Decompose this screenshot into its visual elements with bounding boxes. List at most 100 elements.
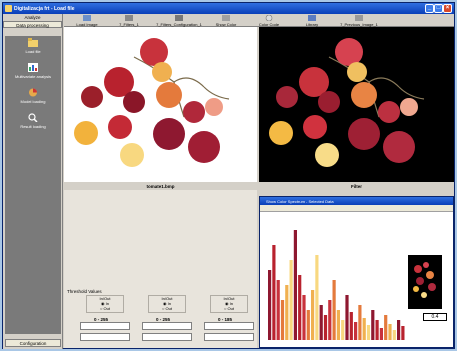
histogram-bar: [276, 280, 280, 340]
color-spectrum-window: Show Color Spectrum - Selected Data 0.4: [259, 196, 454, 348]
filtered-image-caption: Filter: [350, 184, 362, 189]
sidebar-item-result-loading[interactable]: Result loading: [5, 111, 61, 133]
spectrum-thumbnail: [407, 254, 443, 310]
toolbar: Load Image 7_Filters_1 7_Filters_Configu…: [64, 14, 454, 32]
threshold-values-label: Threshold Values: [67, 289, 102, 294]
threshold-slider-1-min[interactable]: [80, 322, 130, 330]
tomatoes-filtered-image: [269, 38, 425, 167]
histogram-bar: [358, 305, 362, 340]
histogram-bar: [289, 260, 293, 340]
histogram-bar: [323, 315, 328, 340]
app-window: Digitalizacja frt - Load file _ □ × Anal…: [2, 2, 455, 349]
magnifier-icon: [28, 113, 38, 123]
histogram-bar: [272, 245, 276, 340]
threshold-group-3: In/Out ◉ In ○ Out: [210, 295, 248, 313]
histogram-bar: [306, 310, 310, 340]
histogram-bar: [397, 320, 401, 340]
radio-out[interactable]: ○ Out: [211, 306, 247, 311]
sidebar-item-label: Multivariate analysis: [14, 74, 51, 79]
filter-config-icon: [175, 15, 183, 21]
threshold-panel: Threshold Values In/Out ◉ In ○ Out In/Ou…: [64, 190, 257, 348]
sidebar-item-label: Model loading: [20, 99, 46, 104]
library-icon: [308, 15, 316, 21]
histogram-bar: [336, 310, 340, 340]
chart-icon: [28, 63, 38, 72]
sidebar-item-label: Result loading: [20, 124, 46, 129]
histogram-bar: [268, 270, 272, 340]
threshold-slider-3-min[interactable]: [204, 322, 254, 330]
histogram-bar: [315, 255, 319, 340]
filter-icon: [125, 15, 133, 21]
original-image-panel: [64, 27, 257, 182]
histogram-bar: [388, 324, 392, 340]
sidebar-analyze-header[interactable]: Analyze: [3, 14, 62, 21]
tomatoes-original-image: [74, 38, 230, 167]
threshold-group-2: In/Out ◉ In ○ Out: [148, 295, 186, 313]
show-color-spectrum-button[interactable]: Show Color Spectrum: [207, 14, 245, 32]
window-title: Digitalizacja frt - Load file: [14, 6, 75, 12]
sidebar: Analyze Data processing Load file Multiv…: [3, 14, 63, 349]
sidebar-item-multivariate-analysis[interactable]: Multivariate analysis: [5, 61, 61, 83]
radio-out[interactable]: ○ Out: [87, 306, 123, 311]
histogram-bar: [332, 280, 336, 340]
library-button[interactable]: Library: [297, 14, 327, 27]
histogram-bar: [384, 315, 388, 340]
sidebar-item-model-loading[interactable]: Model loading: [5, 86, 61, 108]
histogram-bar: [362, 318, 366, 340]
histogram-bar: [354, 322, 358, 340]
load-image-button[interactable]: Load Image: [72, 14, 102, 27]
title-bar: Digitalizacja frt - Load file _ □ ×: [3, 3, 454, 14]
close-button[interactable]: ×: [443, 4, 452, 13]
histogram-bar: [379, 328, 383, 340]
original-image-caption: tomate1.bmp: [146, 184, 175, 189]
sidebar-data-processing-header[interactable]: Data processing: [3, 21, 62, 28]
histogram-bar: [328, 300, 332, 340]
histogram-bar: [349, 312, 353, 340]
histogram-bar: [280, 300, 285, 340]
sidebar-configuration-button[interactable]: Configuration: [5, 339, 61, 347]
radio-out-label: Out: [227, 306, 234, 311]
color-code-button[interactable]: Color Code: [254, 14, 284, 27]
radio-out[interactable]: ○ Out: [149, 306, 185, 311]
image-icon: [83, 15, 91, 21]
spectrum-icon: [222, 15, 230, 21]
previous-image-button[interactable]: 7_Previous_Image_1: [334, 14, 384, 27]
spectrum-value-field[interactable]: 0.4: [423, 313, 447, 321]
histogram-bar: [375, 320, 379, 340]
histogram-bar: [341, 320, 345, 340]
histogram-bar: [311, 290, 315, 340]
threshold-slider-1-max[interactable]: [80, 333, 130, 341]
histogram-bar: [401, 326, 405, 340]
pie-chart-icon: [29, 88, 37, 97]
histogram-bar: [293, 230, 297, 340]
histogram-bar: [298, 275, 302, 340]
previous-image-icon: [355, 15, 363, 21]
filters-button[interactable]: 7_Filters_1: [114, 14, 144, 27]
sidebar-panel: Load file Multivariate analysis Model lo…: [5, 36, 61, 334]
histogram-bar: [319, 305, 323, 340]
sidebar-item-label: Load file: [25, 49, 41, 54]
radio-out-label: Out: [103, 306, 110, 311]
app-icon: [5, 5, 12, 12]
histogram-bar: [392, 330, 396, 340]
radio-out-label: Out: [165, 306, 172, 311]
spectrum-histogram: [268, 230, 405, 340]
filtered-image-panel: [259, 27, 454, 182]
histogram-bar: [302, 295, 306, 340]
histogram-bar: [366, 325, 371, 340]
color-code-icon: [265, 14, 273, 22]
histogram-bar: [345, 295, 349, 340]
sidebar-item-load-file[interactable]: Load file: [5, 36, 61, 58]
threshold-slider-3-max[interactable]: [204, 333, 254, 341]
maximize-button[interactable]: □: [434, 4, 443, 13]
spectrum-toolbar: [260, 205, 453, 212]
histogram-bar: [371, 310, 375, 340]
minimize-button[interactable]: _: [425, 4, 434, 13]
histogram-bar: [285, 285, 289, 340]
threshold-slider-2-max[interactable]: [142, 333, 192, 341]
spectrum-thumbnail-image: [413, 262, 436, 298]
filters-configuration-button[interactable]: 7_Filters_Configuration_1: [154, 14, 204, 27]
open-file-icon: [28, 38, 38, 47]
threshold-slider-2-min[interactable]: [142, 322, 192, 330]
threshold-group-1: In/Out ◉ In ○ Out: [86, 295, 124, 313]
